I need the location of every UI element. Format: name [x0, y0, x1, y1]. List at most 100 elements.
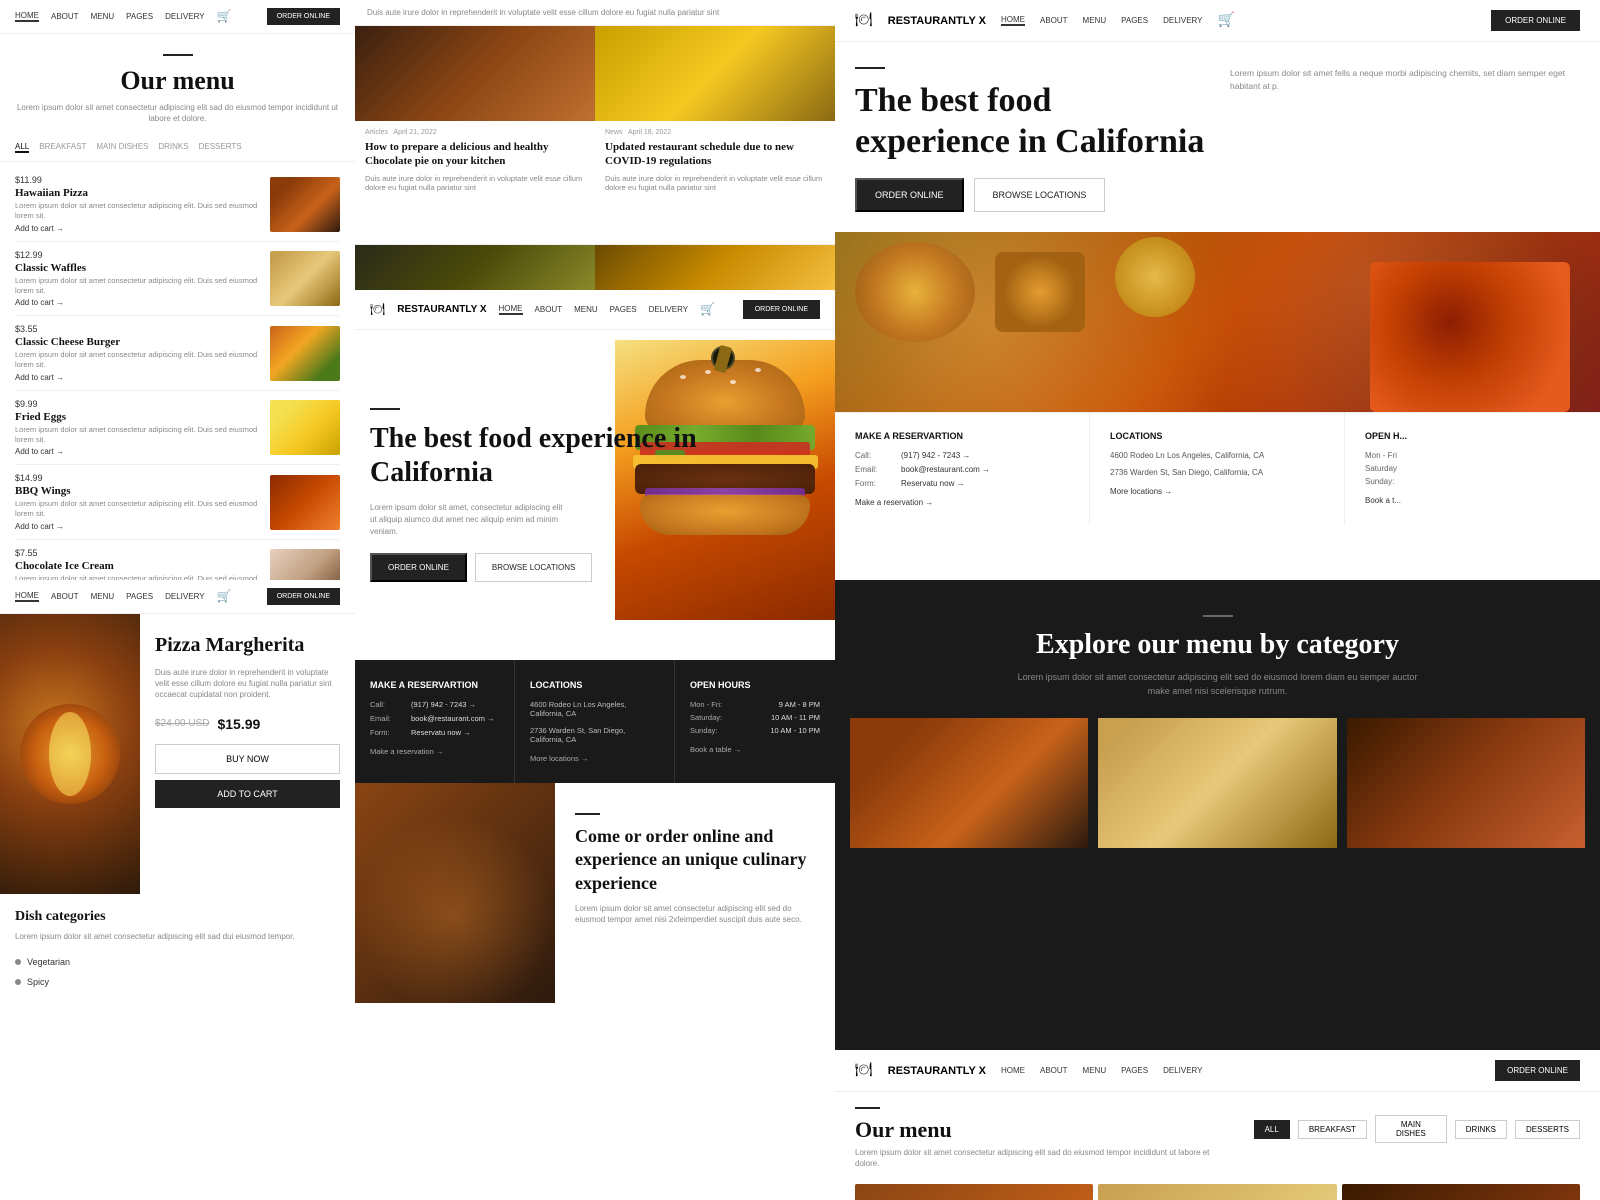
tab-breakfast[interactable]: BREAKFAST [39, 142, 86, 153]
order-online-button[interactable]: ORDER ONLINE [855, 178, 964, 212]
nav-home[interactable]: HOME [15, 11, 39, 22]
browse-locations-button[interactable]: BROWSE LOCATIONS [974, 178, 1106, 212]
nav-home[interactable]: HOME [1001, 15, 1025, 26]
add-to-cart-link[interactable]: Add to cart → [15, 224, 260, 233]
navbar-left: HOME ABOUT MENU PAGES DELIVERY 🛒 ORDER O… [0, 0, 355, 34]
order-online-button[interactable]: ORDER ONLINE [1491, 10, 1580, 31]
navbar-bottom-right: 🍽 RESTAURANTLY X HOME ABOUT MENU PAGES D… [835, 1050, 1600, 1092]
book-table-link[interactable]: Book a t... [1365, 496, 1580, 505]
explore-title: Explore our menu by category [855, 629, 1580, 661]
item-price: $14.99 [15, 473, 260, 483]
add-to-cart-link[interactable]: Add to cart → [15, 373, 260, 382]
explore-header: Explore our menu by category Lorem ipsum… [835, 580, 1600, 718]
cart-icon[interactable]: 🛒 [700, 302, 715, 317]
form-value: Reservatu now → [901, 479, 965, 488]
hours-row: Saturday [1365, 464, 1580, 473]
nav-menu[interactable]: MENU [91, 12, 115, 21]
email-label: Email: [855, 465, 895, 474]
item-price: $11.99 [15, 175, 260, 185]
tab-drinks[interactable]: DRINKS [158, 142, 188, 153]
nav-delivery[interactable]: DELIVERY [165, 12, 204, 21]
category-card[interactable] [1347, 718, 1585, 848]
brand-name: RESTAURANTLY X [397, 304, 486, 315]
order-online-button[interactable]: ORDER ONLINE [267, 8, 340, 25]
order-online-button[interactable]: ORDER ONLINE [267, 588, 340, 605]
nav-menu[interactable]: MENU [91, 592, 115, 601]
locations-cta-link[interactable]: More locations → [1110, 487, 1324, 496]
add-to-cart-link[interactable]: Add to cart → [15, 447, 260, 456]
nav-delivery[interactable]: DELIVERY [649, 305, 688, 314]
locations-title: LOCATIONS [1110, 431, 1324, 441]
tab-desserts[interactable]: DESSERTS [199, 142, 242, 153]
item-name: Classic Waffles [15, 262, 260, 274]
nav-about[interactable]: ABOUT [1040, 1066, 1068, 1075]
hours-row: Sunday: [1365, 477, 1580, 486]
cart-icon[interactable]: 🛒 [217, 9, 232, 24]
add-to-cart-link[interactable]: Add to cart → [15, 298, 260, 307]
tab-main[interactable]: MAIN DISHES [96, 142, 148, 153]
category-item[interactable]: Spicy [15, 972, 340, 992]
add-to-cart-link[interactable]: Add to cart → [15, 522, 260, 531]
nav-about[interactable]: ABOUT [51, 12, 79, 21]
nav-pages[interactable]: PAGES [126, 592, 153, 601]
info-row: Form: Reservatu now → [855, 479, 1069, 488]
nav-about[interactable]: ABOUT [535, 305, 563, 314]
nav-menu[interactable]: MENU [1083, 1066, 1107, 1075]
book-table-link[interactable]: Book a table → [690, 745, 820, 754]
reservation-cta-link[interactable]: Make a reservation → [855, 498, 1069, 507]
cart-icon[interactable]: 🛒 [1218, 12, 1235, 29]
article-title[interactable]: Updated restaurant schedule due to new C… [595, 140, 835, 174]
email-value: book@restaurant.com → [411, 714, 494, 723]
nav-delivery[interactable]: DELIVERY [165, 592, 204, 601]
reservation-cta-link[interactable]: Make a reservation → [370, 747, 499, 756]
nav-about[interactable]: ABOUT [1040, 16, 1068, 25]
nav-delivery[interactable]: DELIVERY [1163, 16, 1202, 25]
order-online-button[interactable]: ORDER ONLINE [1495, 1060, 1580, 1081]
buy-now-button[interactable]: BUY NOW [155, 744, 340, 774]
article-title[interactable]: How to prepare a delicious and healthy C… [355, 140, 595, 174]
article-meta: News April 18, 2022 [595, 121, 835, 140]
nav-pages[interactable]: PAGES [1121, 16, 1148, 25]
order-online-button[interactable]: ORDER ONLINE [370, 553, 467, 582]
cart-icon[interactable]: 🛒 [217, 589, 232, 604]
email-label: Email: [370, 714, 405, 723]
nav-pages[interactable]: PAGES [126, 12, 153, 21]
call-label: Call: [370, 700, 405, 709]
locations-cta-link[interactable]: More locations → [530, 754, 659, 763]
nav-menu[interactable]: MENU [574, 305, 598, 314]
browse-locations-button[interactable]: BROWSE LOCATIONS [475, 553, 592, 582]
category-name: Spicy [27, 977, 49, 987]
hours-day: Saturday: [690, 713, 722, 722]
tab-all[interactable]: ALL [1254, 1120, 1290, 1139]
locations-title: LOCATIONS [530, 680, 659, 690]
item-image [270, 177, 340, 232]
nav-home[interactable]: HOME [15, 591, 39, 602]
tab-breakfast[interactable]: BREAKFAST [1298, 1120, 1367, 1139]
tab-drinks[interactable]: DRINKS [1455, 1120, 1507, 1139]
call-value: (917) 942 - 7243 → [411, 700, 476, 709]
category-card[interactable] [850, 718, 1088, 848]
nav-home[interactable]: HOME [1001, 1066, 1025, 1075]
nav-menu[interactable]: MENU [1083, 16, 1107, 25]
tab-desserts[interactable]: DESSERTS [1515, 1120, 1580, 1139]
hero-buttons: ORDER ONLINE BROWSE LOCATIONS [370, 553, 820, 582]
nav-about[interactable]: ABOUT [51, 592, 79, 601]
category-card[interactable] [1098, 718, 1336, 848]
order-online-button[interactable]: ORDER ONLINE [743, 300, 820, 319]
nav-pages[interactable]: PAGES [1121, 1066, 1148, 1075]
article-desc: Duis aute irure dolor in reprehenderit i… [355, 174, 595, 194]
category-item[interactable]: Vegetarian [15, 952, 340, 972]
categories-desc: Lorem ipsum dolor sit amet consectetur a… [15, 931, 340, 942]
hours-time: 10 AM - 10 PM [770, 726, 820, 735]
tab-main[interactable]: MAIN DISHES [1375, 1115, 1447, 1143]
category-dot [15, 979, 21, 985]
nav-home[interactable]: HOME [499, 304, 523, 315]
item-info: $3.55 Classic Cheese Burger Lorem ipsum … [15, 324, 260, 382]
address-1: 4600 Rodeo Ln Los Angeles, California, C… [1110, 451, 1324, 460]
nav-delivery[interactable]: DELIVERY [1163, 1066, 1202, 1075]
category-name: Vegetarian [27, 957, 70, 967]
add-to-cart-button[interactable]: ADD TO CART [155, 780, 340, 808]
nav-pages[interactable]: PAGES [610, 305, 637, 314]
article-thumb [595, 245, 835, 290]
tab-all[interactable]: ALL [15, 142, 29, 153]
